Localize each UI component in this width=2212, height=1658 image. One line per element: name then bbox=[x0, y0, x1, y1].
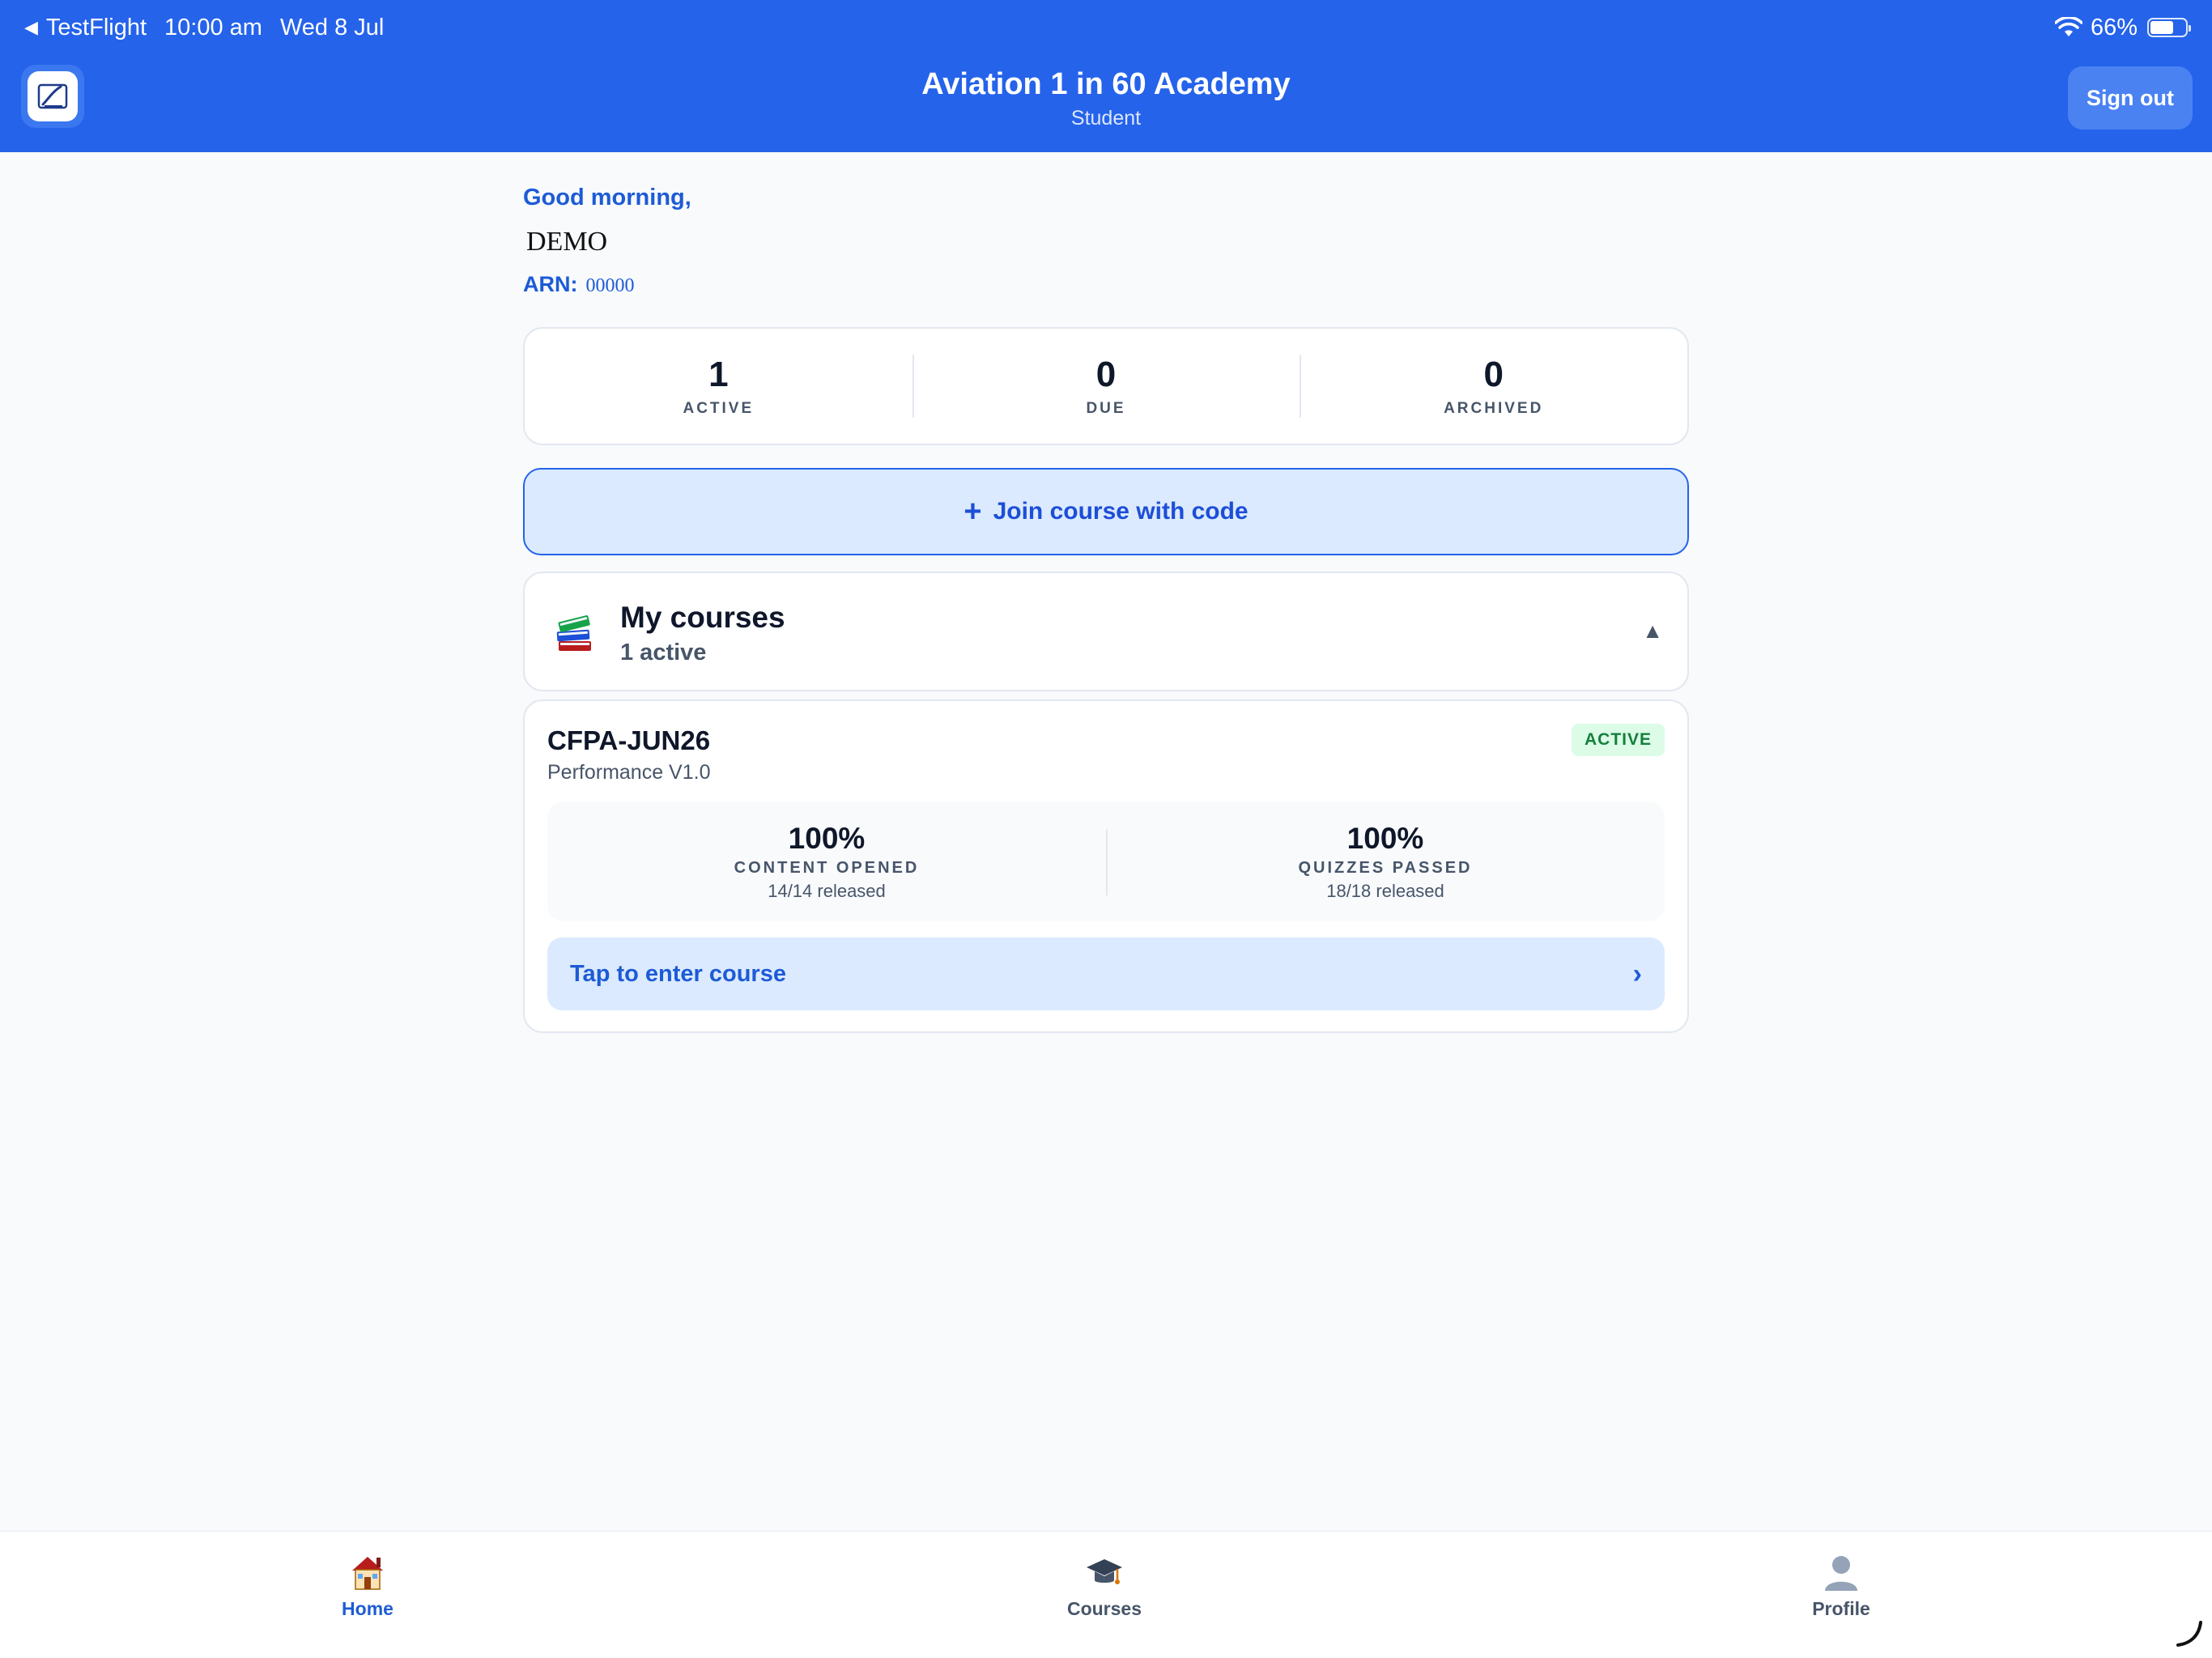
progress-released: 14/14 released bbox=[768, 880, 886, 901]
person-icon bbox=[1825, 1556, 1857, 1591]
status-date: Wed 8 Jul bbox=[279, 14, 385, 40]
enter-course-label: Tap to enter course bbox=[570, 960, 786, 987]
graduation-cap-icon bbox=[1087, 1559, 1122, 1584]
progress-label: QUIZZES PASSED bbox=[1298, 858, 1473, 877]
my-courses-title: My courses bbox=[620, 601, 785, 634]
status-time: 10:00 am bbox=[164, 14, 262, 40]
join-course-button[interactable]: + Join course with code bbox=[523, 468, 1689, 555]
house-icon bbox=[352, 1557, 383, 1590]
progress-percent: 100% bbox=[788, 821, 866, 855]
books-icon bbox=[556, 615, 591, 651]
sign-out-button[interactable]: Sign out bbox=[2068, 66, 2193, 130]
app-header: ◀ TestFlight 10:00 am Wed 8 Jul 66% Avia… bbox=[0, 0, 2212, 152]
stat-label: DUE bbox=[1086, 400, 1126, 417]
back-arrow-icon[interactable]: ◀ bbox=[24, 17, 38, 38]
stat-active: 1 ACTIVE bbox=[525, 329, 912, 444]
battery-level bbox=[2150, 21, 2173, 34]
wifi-icon bbox=[2054, 17, 2082, 36]
my-courses-header[interactable]: My courses 1 active ▲ bbox=[523, 572, 1689, 691]
app-title: Aviation 1 in 60 Academy bbox=[921, 67, 1291, 101]
tab-profile[interactable]: Profile bbox=[1752, 1553, 1930, 1620]
tab-courses[interactable]: Courses bbox=[1015, 1553, 1193, 1620]
arn-row: ARN: 00000 bbox=[523, 272, 635, 297]
tab-home[interactable]: Home bbox=[279, 1553, 457, 1620]
status-badge: ACTIVE bbox=[1571, 724, 1665, 756]
stat-value: 1 bbox=[708, 355, 729, 394]
back-to-app-link[interactable]: TestFlight bbox=[46, 15, 147, 41]
progress-content-opened: 100% CONTENT OPENED 14/14 released bbox=[547, 801, 1106, 921]
tab-label: Home bbox=[342, 1598, 393, 1619]
app-role-subtitle: Student bbox=[1070, 107, 1142, 130]
collapse-triangle-icon[interactable]: ▲ bbox=[1642, 619, 1663, 644]
arn-label: ARN: bbox=[523, 272, 578, 296]
progress-label: CONTENT OPENED bbox=[734, 858, 920, 877]
course-code: CFPA-JUN26 bbox=[547, 725, 711, 755]
join-course-label: Join course with code bbox=[993, 498, 1249, 525]
stat-value: 0 bbox=[1483, 355, 1504, 394]
scroll-indicator-icon bbox=[2176, 1621, 2202, 1647]
chevron-right-icon: › bbox=[1632, 958, 1642, 989]
stat-label: ACTIVE bbox=[683, 400, 755, 417]
bottom-tab-bar: Home Courses Profile bbox=[0, 1530, 2212, 1658]
tab-label: Profile bbox=[1812, 1598, 1870, 1619]
plus-icon: + bbox=[963, 495, 982, 529]
enter-course-button[interactable]: Tap to enter course › bbox=[547, 937, 1665, 1010]
course-card: CFPA-JUN26 Performance V1.0 ACTIVE 100% … bbox=[523, 699, 1689, 1033]
progress-quizzes-passed: 100% QUIZZES PASSED 18/18 released bbox=[1106, 801, 1665, 921]
stat-archived: 0 ARCHIVED bbox=[1300, 329, 1687, 444]
status-bar-left: ◀ TestFlight 10:00 am Wed 8 Jul bbox=[24, 11, 384, 44]
battery-icon bbox=[2147, 18, 2191, 37]
stats-summary-card: 1 ACTIVE 0 DUE 0 ARCHIVED bbox=[523, 327, 1689, 445]
progress-percent: 100% bbox=[1346, 821, 1424, 855]
progress-released: 18/18 released bbox=[1326, 880, 1444, 901]
status-bar-right: 66% bbox=[2054, 11, 2191, 44]
header-title-group: Aviation 1 in 60 Academy Student bbox=[0, 63, 2212, 131]
stat-due: 0 DUE bbox=[912, 329, 1300, 444]
course-progress-summary: 100% CONTENT OPENED 14/14 released 100% … bbox=[547, 801, 1665, 921]
tab-label: Courses bbox=[1066, 1598, 1142, 1619]
student-name: DEMO bbox=[526, 227, 608, 257]
stat-label: ARCHIVED bbox=[1444, 400, 1544, 417]
stat-value: 0 bbox=[1095, 355, 1117, 394]
arn-value: 00000 bbox=[585, 275, 635, 296]
my-courses-count: 1 active bbox=[620, 640, 707, 665]
course-name: Performance V1.0 bbox=[547, 761, 711, 784]
battery-percent: 66% bbox=[2090, 14, 2138, 40]
greeting-text: Good morning, bbox=[523, 185, 691, 210]
